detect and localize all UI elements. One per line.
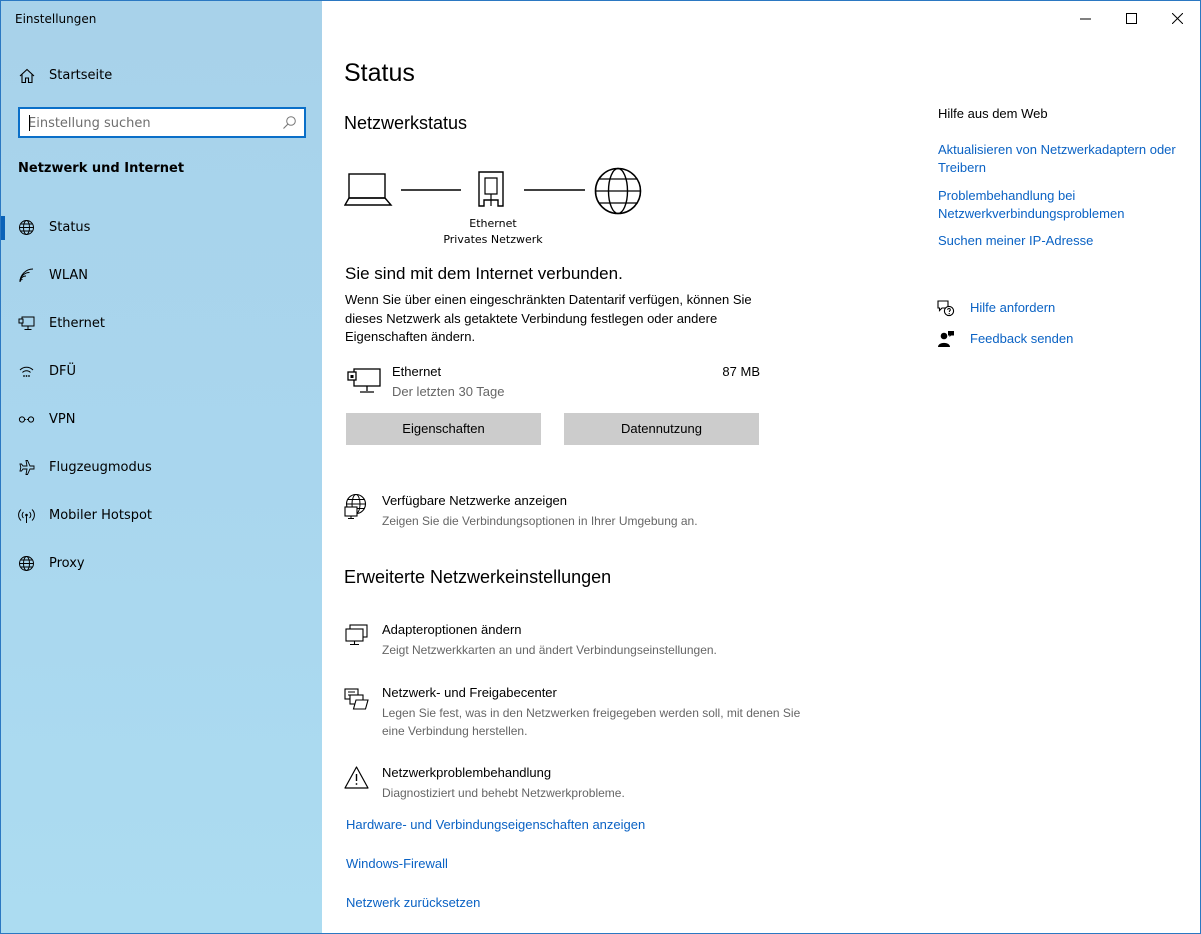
data-usage-button[interactable]: Datennutzung	[564, 413, 759, 445]
warning-icon	[344, 766, 369, 789]
search-icon[interactable]	[282, 115, 297, 130]
help-link-troubleshoot[interactable]: Problembehandlung bei Netzwerkverbindung…	[938, 187, 1178, 223]
section-title: Netzwerk und Internet	[18, 161, 185, 176]
sidebar-item-ethernet[interactable]: Ethernet	[1, 304, 322, 344]
laptop-icon	[344, 173, 393, 206]
sidebar-item-label: DFÜ	[49, 364, 77, 379]
sharing-center-title: Netzwerk- und Freigabecenter	[382, 685, 557, 700]
text-cursor	[29, 115, 30, 131]
settings-window: Einstellungen Startseite Netzwerk und In…	[0, 0, 1201, 934]
available-networks-title: Verfügbare Netzwerke anzeigen	[382, 493, 568, 508]
sidebar-item-label: Status	[49, 220, 91, 235]
help-chat-icon	[937, 300, 955, 317]
search-box[interactable]	[18, 107, 306, 138]
network-reset-link[interactable]: Netzwerk zurücksetzen	[346, 895, 480, 910]
sidebar-item-dfu[interactable]: DFÜ	[1, 352, 322, 392]
active-indicator	[1, 216, 5, 240]
sharing-center-item[interactable]: Netzwerk- und Freigabecenter Legen Sie f…	[344, 685, 804, 741]
sharing-center-desc: Legen Sie fest, was in den Netzwerken fr…	[382, 706, 801, 738]
sidebar-item-label: Ethernet	[49, 316, 105, 331]
troubleshooter-item[interactable]: Netzwerkproblembehandlung Diagnostiziert…	[344, 765, 804, 805]
vpn-icon	[18, 416, 35, 423]
sidebar-item-label: VPN	[49, 412, 76, 427]
sidebar-item-label: Proxy	[49, 556, 85, 571]
network-status-heading: Netzwerkstatus	[344, 113, 468, 133]
hotspot-icon	[18, 509, 35, 523]
help-link-find-ip[interactable]: Suchen meiner IP-Adresse	[938, 232, 1178, 250]
adapter-options-item[interactable]: Adapteroptionen ändern Zeigt Netzwerkkar…	[344, 622, 804, 662]
available-networks-item[interactable]: Verfügbare Netzwerke anzeigen Zeigen Sie…	[344, 493, 804, 533]
sidebar-item-label: Flugzeugmodus	[49, 460, 152, 475]
feedback-link[interactable]: Feedback senden	[937, 329, 1157, 351]
wifi-icon	[19, 268, 34, 283]
app-title: Einstellungen	[15, 12, 97, 26]
sidebar-item-airplane-mode[interactable]: Flugzeugmodus	[1, 448, 322, 488]
properties-button[interactable]: Eigenschaften	[346, 413, 541, 445]
sidebar-item-label: Mobiler Hotspot	[49, 508, 153, 523]
sidebar-item-proxy[interactable]: Proxy	[1, 544, 322, 584]
home-icon	[19, 68, 35, 84]
globe-icon	[19, 220, 34, 235]
home-nav-item[interactable]: Startseite	[1, 59, 322, 93]
adapter-icon	[345, 624, 368, 646]
diagram-network-label: Privates Netzwerk	[443, 233, 543, 246]
home-label: Startseite	[49, 68, 113, 83]
feedback-label: Feedback senden	[970, 331, 1074, 346]
globe-icon	[19, 556, 34, 571]
page-title: Status	[344, 59, 415, 87]
connection-usage: 87 MB	[722, 364, 760, 379]
airplane-icon	[19, 460, 35, 475]
internet-globe-icon	[594, 167, 642, 215]
sidebar: Einstellungen Startseite Netzwerk und In…	[1, 1, 322, 933]
adapter-options-desc: Zeigt Netzwerkkarten an und ändert Verbi…	[382, 643, 717, 657]
connection-period: Der letzten 30 Tage	[392, 384, 505, 399]
feedback-icon	[938, 331, 954, 347]
sidebar-item-wlan[interactable]: WLAN	[1, 256, 322, 296]
advanced-settings-heading: Erweiterte Netzwerkeinstellungen	[344, 567, 612, 587]
help-title: Hilfe aus dem Web	[938, 106, 1048, 121]
sidebar-item-label: WLAN	[49, 268, 89, 283]
sidebar-item-vpn[interactable]: VPN	[1, 400, 322, 440]
troubleshooter-title: Netzwerkproblembehandlung	[382, 765, 552, 780]
ethernet-icon	[347, 368, 381, 393]
available-networks-desc: Zeigen Sie die Verbindungsoptionen in Ih…	[382, 514, 698, 528]
get-help-label: Hilfe anfordern	[970, 300, 1056, 315]
troubleshooter-desc: Diagnostiziert und behebt Netzwerkproble…	[382, 786, 625, 800]
diagram-adapter-label: Ethernet	[469, 217, 517, 230]
hardware-properties-link[interactable]: Hardware- und Verbindungseigenschaften a…	[346, 817, 645, 832]
connection-name: Ethernet	[392, 364, 442, 379]
connection-status-text: Sie sind mit dem Internet verbunden.	[345, 264, 623, 283]
metered-info-text: Wenn Sie über einen eingeschränkten Date…	[345, 292, 752, 344]
adapter-options-title: Adapteroptionen ändern	[382, 622, 522, 637]
network-globe-icon	[344, 493, 367, 519]
ethernet-port-icon	[478, 171, 504, 207]
search-input[interactable]	[28, 114, 268, 132]
get-help-link[interactable]: Hilfe anfordern	[937, 298, 1157, 320]
windows-firewall-link[interactable]: Windows-Firewall	[346, 856, 448, 871]
connection-row: Ethernet Der letzten 30 Tage 87 MB	[345, 363, 760, 403]
help-link-update-adapters[interactable]: Aktualisieren von Netzwerkadaptern oder …	[938, 141, 1178, 177]
sidebar-item-status[interactable]: Status	[1, 208, 322, 248]
sidebar-item-mobile-hotspot[interactable]: Mobiler Hotspot	[1, 496, 322, 536]
ethernet-icon	[18, 316, 35, 330]
sharing-center-icon	[344, 688, 369, 710]
dialup-icon	[19, 366, 34, 377]
